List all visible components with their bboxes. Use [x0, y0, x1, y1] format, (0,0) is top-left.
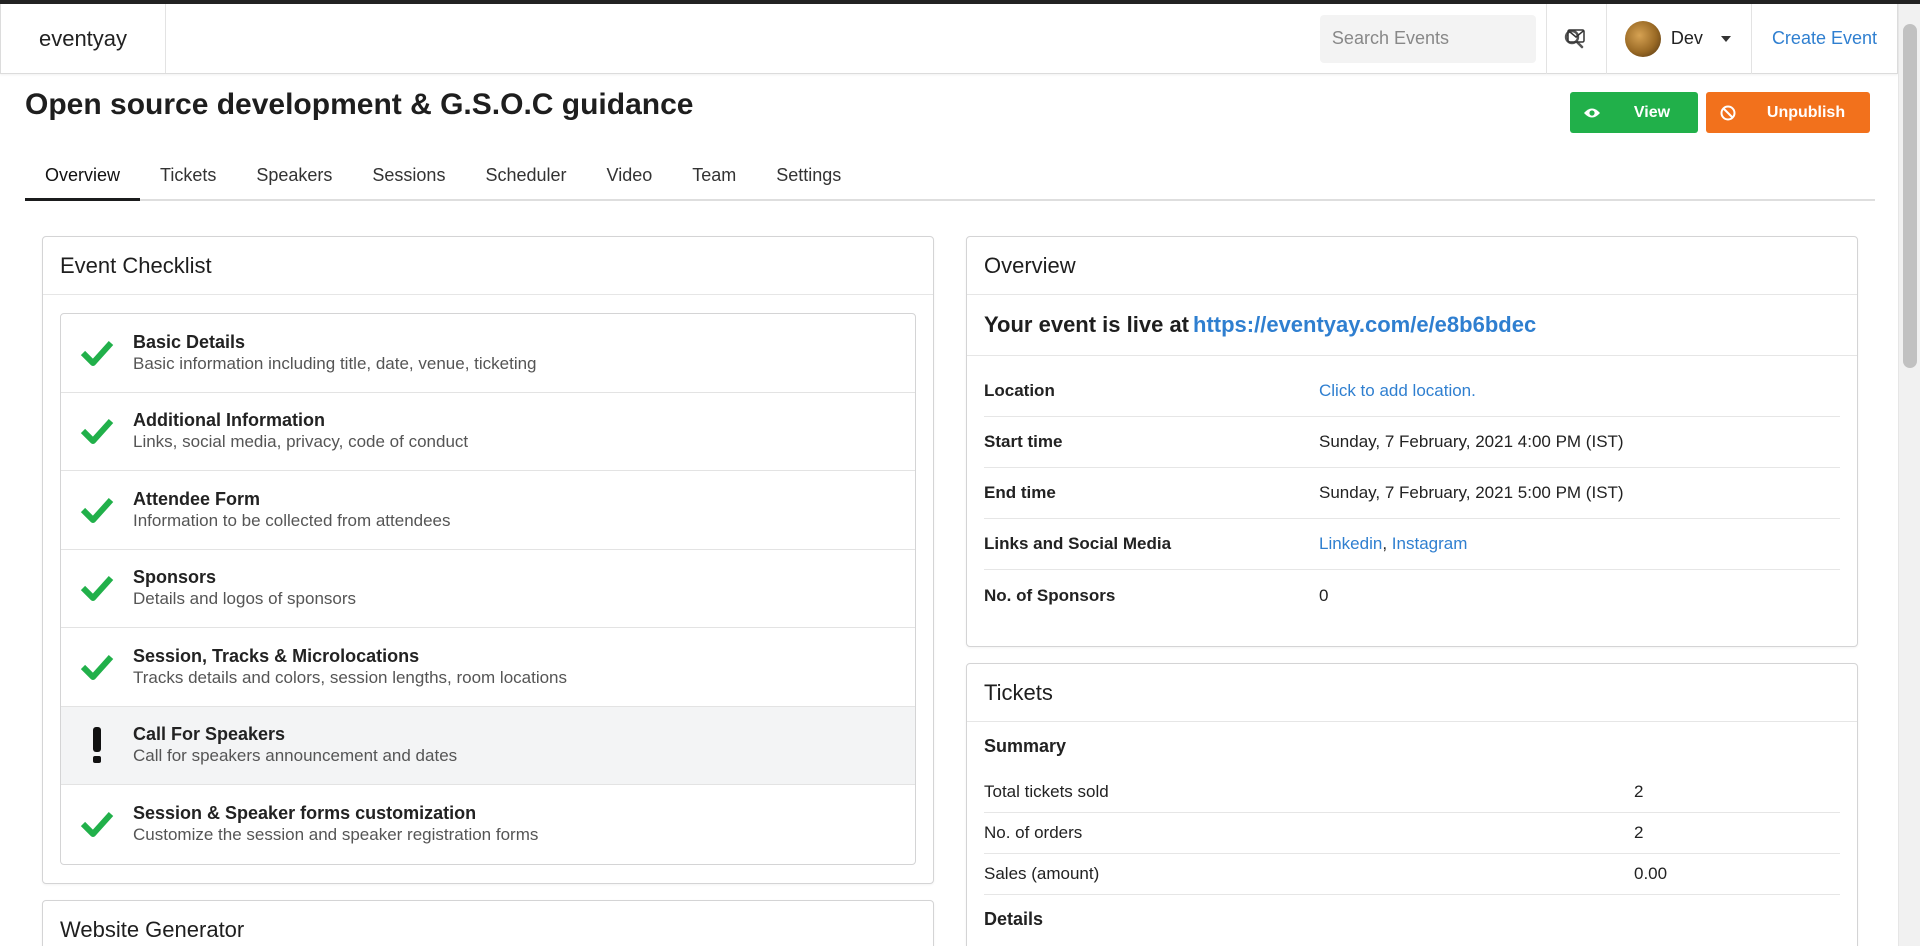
info-key: Location	[984, 381, 1055, 400]
unpublish-button[interactable]: Unpublish	[1706, 92, 1870, 133]
ban-icon	[1706, 105, 1750, 121]
checklist-item-title: Attendee Form	[133, 488, 261, 509]
info-key: End time	[984, 483, 1056, 502]
event-tabs: Overview Tickets Speakers Sessions Sched…	[25, 155, 1875, 201]
tab-overview[interactable]: Overview	[25, 155, 141, 201]
info-value: Sunday, 7 February, 2021 5:00 PM (IST)	[1319, 483, 1624, 502]
tab-speakers[interactable]: Speakers	[236, 155, 352, 199]
table-row: Total tickets sold 2	[984, 772, 1840, 813]
overview-panel: Overview Your event is live at https://e…	[966, 236, 1858, 647]
checklist-item-description: Details and logos of sponsors	[133, 589, 357, 609]
add-location-link[interactable]: Click to add location.	[1319, 381, 1476, 401]
ticket-value: 2	[1634, 823, 1644, 842]
eye-icon	[1570, 107, 1614, 119]
summary-heading: Summary	[984, 736, 1067, 756]
scrollbar-thumb[interactable]	[1903, 24, 1917, 368]
checklist-item-forms-customization[interactable]: Session & Speaker forms customization Cus…	[61, 785, 915, 864]
checklist-item-title: Session, Tracks & Microlocations	[133, 645, 420, 666]
page-title: Open source development & G.S.O.C guidan…	[25, 88, 694, 121]
checklist-item-title: Sponsors	[133, 567, 217, 588]
chevron-down-icon	[1720, 35, 1731, 42]
check-icon	[61, 496, 133, 524]
tab-sessions[interactable]: Sessions	[352, 155, 465, 199]
panel-title: Tickets	[967, 664, 1857, 722]
checklist-item-title: Call For Speakers	[133, 724, 286, 745]
info-row-start-time: Start time Sunday, 7 February, 2021 4:00…	[984, 417, 1840, 468]
table-row: No. of orders 2	[984, 813, 1840, 854]
ticket-key: Total tickets sold	[984, 782, 1109, 801]
mail-icon	[1567, 29, 1586, 48]
checklist-item-description: Information to be collected from attende…	[133, 510, 451, 530]
check-icon	[61, 339, 133, 367]
check-icon	[61, 810, 133, 838]
exclamation-icon	[61, 726, 133, 764]
check-icon	[61, 417, 133, 445]
page-scrollbar[interactable]	[1898, 4, 1920, 946]
event-checklist-panel: Event Checklist Basic Details Basic infor…	[42, 236, 934, 884]
search-input[interactable]	[1331, 28, 1564, 49]
check-icon	[61, 574, 133, 602]
tab-scheduler[interactable]: Scheduler	[465, 155, 586, 199]
ticket-value: 0.00	[1634, 864, 1668, 883]
notifications-button[interactable]	[1547, 4, 1606, 74]
checklist-items: Basic Details Basic information including…	[60, 313, 916, 865]
checklist-item-description: Basic information including title, date,…	[133, 353, 537, 373]
check-icon	[61, 653, 133, 681]
view-button[interactable]: View	[1570, 92, 1698, 133]
info-key: Start time	[984, 432, 1063, 451]
tab-settings[interactable]: Settings	[756, 155, 861, 199]
checklist-item-session-tracks[interactable]: Session, Tracks & Microlocations Tracks d…	[61, 628, 915, 707]
checklist-item-title: Additional Information	[133, 410, 325, 431]
checklist-item-description: Tracks details and colors, session lengt…	[133, 667, 568, 687]
checklist-item-additional-information[interactable]: Additional Information Links, social medi…	[61, 393, 915, 471]
website-generator-panel: Website Generator	[42, 900, 934, 946]
info-row-end-time: End time Sunday, 7 February, 2021 5:00 P…	[984, 468, 1840, 519]
top-navbar: eventyay Dev Create Event	[0, 3, 1898, 74]
checklist-item-description: Call for speakers announcement and dates	[133, 746, 458, 766]
event-url-link[interactable]: https://eventyay.com/e/e8b6bdec	[1193, 312, 1536, 338]
panel-title: Event Checklist	[43, 237, 933, 295]
checklist-item-description: Customize the session and speaker regist…	[133, 825, 539, 845]
info-value: Sunday, 7 February, 2021 4:00 PM (IST)	[1319, 432, 1624, 451]
panel-title: Overview	[967, 237, 1857, 295]
linkedin-link[interactable]: Linkedin	[1319, 534, 1382, 553]
checklist-item-title: Session & Speaker forms customization	[133, 803, 477, 824]
instagram-link[interactable]: Instagram	[1392, 534, 1468, 553]
info-row-sponsors: No. of Sponsors 0	[984, 570, 1840, 621]
info-key: Links and Social Media	[984, 534, 1172, 553]
brand-logo[interactable]: eventyay	[1, 4, 166, 73]
checklist-item-title: Basic Details	[133, 331, 246, 352]
panel-title: Website Generator	[43, 901, 933, 946]
checklist-item-attendee-form[interactable]: Attendee Form Information to be collected…	[61, 471, 915, 550]
overview-info-table: Location Click to add location. Start ti…	[984, 366, 1840, 621]
avatar	[1624, 20, 1661, 57]
search-box	[1319, 14, 1584, 63]
checklist-item-sponsors[interactable]: Sponsors Details and logos of sponsors	[61, 550, 915, 628]
info-value: 0	[1319, 585, 1329, 605]
ticket-value: 2	[1634, 782, 1644, 801]
tickets-panel: Tickets Summary Total tickets sold 2 No.…	[966, 663, 1858, 946]
details-heading: Details	[984, 909, 1044, 929]
tab-tickets[interactable]: Tickets	[140, 155, 236, 199]
live-prefix: Your event is live at	[984, 312, 1190, 337]
user-menu[interactable]: Dev	[1607, 4, 1751, 74]
event-live-line: Your event is live at https://eventyay.c…	[967, 295, 1857, 356]
tab-team[interactable]: Team	[672, 155, 756, 199]
ticket-summary-table: Total tickets sold 2 No. of orders 2 Sal…	[984, 772, 1840, 895]
user-name: Dev	[1670, 28, 1703, 48]
link-separator: ,	[1382, 534, 1388, 553]
ticket-key: Sales (amount)	[984, 864, 1100, 883]
table-row: Sales (amount) 0.00	[984, 854, 1840, 895]
ticket-key: No. of orders	[984, 823, 1083, 842]
checklist-item-description: Links, social media, privacy, code of co…	[133, 432, 469, 452]
checklist-item-basic-details[interactable]: Basic Details Basic information including…	[61, 314, 915, 393]
tab-video[interactable]: Video	[587, 155, 673, 199]
create-event-link[interactable]: Create Event	[1752, 4, 1897, 74]
info-row-links: Links and Social Media Linkedin, Instagr…	[984, 519, 1840, 570]
checklist-item-call-for-speakers[interactable]: Call For Speakers Call for speakers annou…	[61, 706, 915, 785]
info-row-location: Location Click to add location.	[984, 366, 1840, 417]
info-key: No. of Sponsors	[984, 585, 1116, 605]
